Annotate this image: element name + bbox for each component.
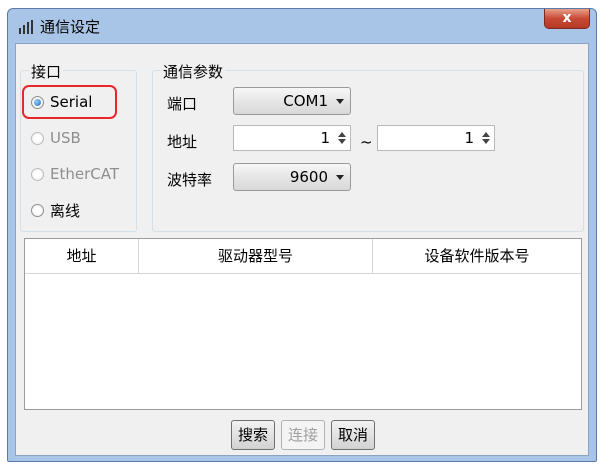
dialog-body: 接口 Serial USB EtherCAT 离线 通信参数 端口 COM1 地… [15, 43, 589, 456]
address-to-value: 1 [464, 129, 474, 147]
baud-rate-label: 波特率 [167, 171, 213, 189]
radio-offline[interactable]: 离线 [31, 199, 80, 221]
spinner-icon[interactable] [338, 132, 346, 144]
spinner-icon[interactable] [482, 132, 490, 144]
radio-serial[interactable]: Serial [31, 91, 92, 113]
address-range-separator: ~ [360, 133, 373, 151]
interface-group: 接口 Serial USB EtherCAT 离线 [20, 61, 137, 232]
radio-usb-label: USB [50, 129, 81, 147]
column-header-drive-model[interactable]: 驱动器型号 [139, 239, 373, 273]
comm-params-group: 通信参数 端口 COM1 地址 1 ~ 1 波特率 9600 [152, 61, 584, 232]
port-label: 端口 [167, 95, 198, 113]
close-button[interactable]: x [544, 9, 590, 29]
radio-ethercat-label: EtherCAT [50, 165, 119, 183]
address-from-input[interactable]: 1 [233, 125, 351, 151]
radio-serial-label: Serial [50, 93, 93, 111]
column-header-address[interactable]: 地址 [25, 239, 139, 273]
device-table[interactable]: 地址 驱动器型号 设备软件版本号 [24, 238, 582, 410]
interface-group-legend: 接口 [29, 61, 64, 82]
radio-button[interactable] [31, 203, 44, 217]
table-header: 地址 驱动器型号 设备软件版本号 [25, 239, 581, 274]
address-label: 地址 [167, 133, 198, 151]
comm-params-legend: 通信参数 [161, 61, 226, 82]
app-icon [18, 19, 34, 35]
baud-rate-value: 9600 [289, 168, 328, 186]
column-header-firmware-version[interactable]: 设备软件版本号 [373, 239, 581, 273]
radio-ethercat[interactable]: EtherCAT [31, 163, 119, 185]
port-select[interactable]: COM1 [233, 87, 351, 115]
title-bar[interactable]: 通信设定 x [8, 9, 596, 43]
radio-button-checked[interactable] [31, 95, 44, 109]
search-button[interactable]: 搜索 [231, 420, 275, 450]
chevron-down-icon [336, 98, 344, 104]
radio-button[interactable] [31, 167, 44, 181]
cancel-button[interactable]: 取消 [331, 420, 375, 450]
baud-rate-select[interactable]: 9600 [233, 163, 351, 191]
window-title: 通信设定 [40, 18, 101, 36]
radio-button[interactable] [31, 131, 44, 145]
address-to-input[interactable]: 1 [377, 125, 495, 151]
radio-usb[interactable]: USB [31, 127, 81, 149]
communication-settings-window: 通信设定 x 接口 Serial USB EtherCAT 离线 通信参数 端口… [7, 8, 597, 462]
chevron-down-icon [336, 174, 344, 180]
close-icon: x [562, 10, 572, 26]
radio-offline-label: 离线 [50, 201, 81, 220]
address-from-value: 1 [320, 129, 330, 147]
connect-button[interactable]: 连接 [281, 420, 325, 450]
port-value: COM1 [283, 92, 328, 110]
